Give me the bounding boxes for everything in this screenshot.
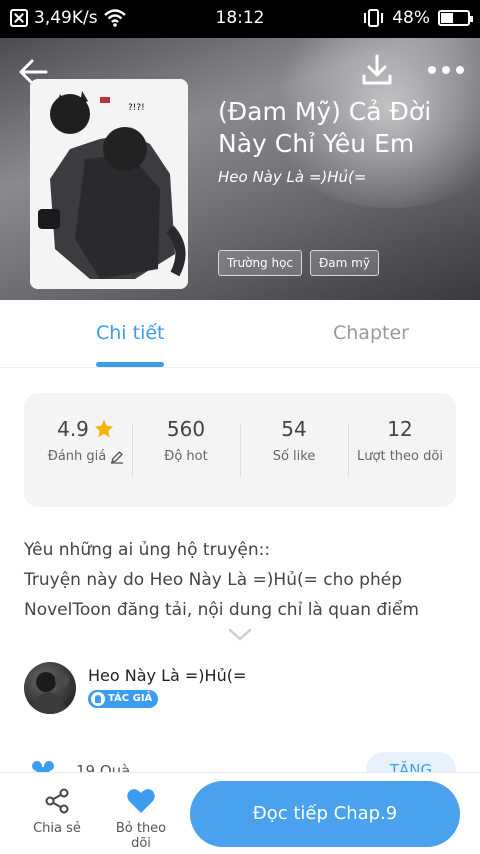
unfollow-label: Bỏ theo dõi <box>115 821 167 851</box>
share-icon <box>45 788 69 814</box>
author-avatar[interactable] <box>24 662 76 714</box>
author-badge: TÁC GIẢ <box>88 690 159 708</box>
active-tab-indicator <box>96 362 164 367</box>
bottom-action-bar: Chia sẻ Bỏ theo dõi Đọc tiếp Chap.9 <box>0 772 480 854</box>
book-description: Yêu những ai ủng hộ truyện:: Truyện này … <box>24 535 464 625</box>
download-icon[interactable] <box>360 52 394 88</box>
share-label: Chia sẻ <box>33 821 81 836</box>
hot-value: 560 <box>166 417 206 441</box>
likes-value: 54 <box>281 417 307 441</box>
tag-school[interactable]: Trường học <box>218 250 303 276</box>
cover-speech-text: ?!?! <box>128 103 145 113</box>
tab-detail[interactable]: Chi tiết <box>96 322 165 344</box>
avatar-image <box>32 672 69 714</box>
followers-value: 12 <box>387 417 413 441</box>
heart-icon <box>127 789 155 813</box>
stat-likes: 54 Số like <box>240 417 348 464</box>
author-name[interactable]: Heo Này Là =)Hủ(= <box>88 666 246 685</box>
stats-panel: 4.9 Đánh giá 560 Độ hot 54 Số like 12 Lư… <box>24 393 456 507</box>
stat-hot: 560 Độ hot <box>132 417 240 464</box>
book-header: ?!?! (Đam Mỹ) Cả Đời Này Chỉ Yêu Em Heo … <box>0 38 480 300</box>
book-title: (Đam Mỹ) Cả Đời Này Chỉ Yêu Em <box>218 96 468 160</box>
tag-bl[interactable]: Đam mỹ <box>310 250 379 276</box>
status-bar: 3,49K/s 18:12 48% <box>0 0 480 38</box>
unfollow-button[interactable]: Bỏ theo dõi <box>104 787 178 851</box>
likes-label: Số like <box>272 449 316 464</box>
rating-value: 4.9 <box>57 417 89 441</box>
chevron-down-icon[interactable] <box>228 628 252 642</box>
continue-reading-button[interactable]: Đọc tiếp Chap.9 <box>190 781 460 847</box>
status-right: 48% <box>362 8 473 28</box>
more-options-icon[interactable] <box>426 62 466 78</box>
stat-followers: 12 Lượt theo dõi <box>344 417 456 464</box>
description-line: Truyện này do Heo Này Là =)Hủ(= cho phép <box>24 570 402 590</box>
followers-label: Lượt theo dõi <box>357 449 443 464</box>
tab-chapter[interactable]: Chapter <box>333 322 409 344</box>
rating-label: Đánh giá <box>47 449 107 464</box>
description-line: Yêu những ai ủng hộ truyện:: <box>24 540 271 560</box>
detail-tabs: Chi tiết Chapter <box>0 300 480 368</box>
book-title-line1: (Đam Mỹ) Cả Đời <box>218 97 432 126</box>
share-button[interactable]: Chia sẻ <box>30 787 84 836</box>
vibrate-icon <box>364 9 384 27</box>
description-line: NovelToon đăng tải, nội dung chỉ là quan… <box>24 600 419 620</box>
battery-icon <box>438 10 473 26</box>
battery-percent: 48% <box>392 8 430 28</box>
book-title-line2: Này Chỉ Yêu Em <box>218 129 415 158</box>
pencil-icon <box>111 450 124 464</box>
cover-illustration <box>30 79 188 289</box>
star-icon <box>94 419 114 438</box>
hot-label: Độ hot <box>164 449 208 464</box>
author-badge-icon <box>91 692 105 706</box>
author-badge-label: TÁC GIẢ <box>108 693 153 704</box>
stat-rating[interactable]: 4.9 Đánh giá <box>32 417 140 464</box>
book-author[interactable]: Heo Này Là =)Hủ(= <box>218 168 366 186</box>
book-cover[interactable]: ?!?! <box>30 79 188 289</box>
